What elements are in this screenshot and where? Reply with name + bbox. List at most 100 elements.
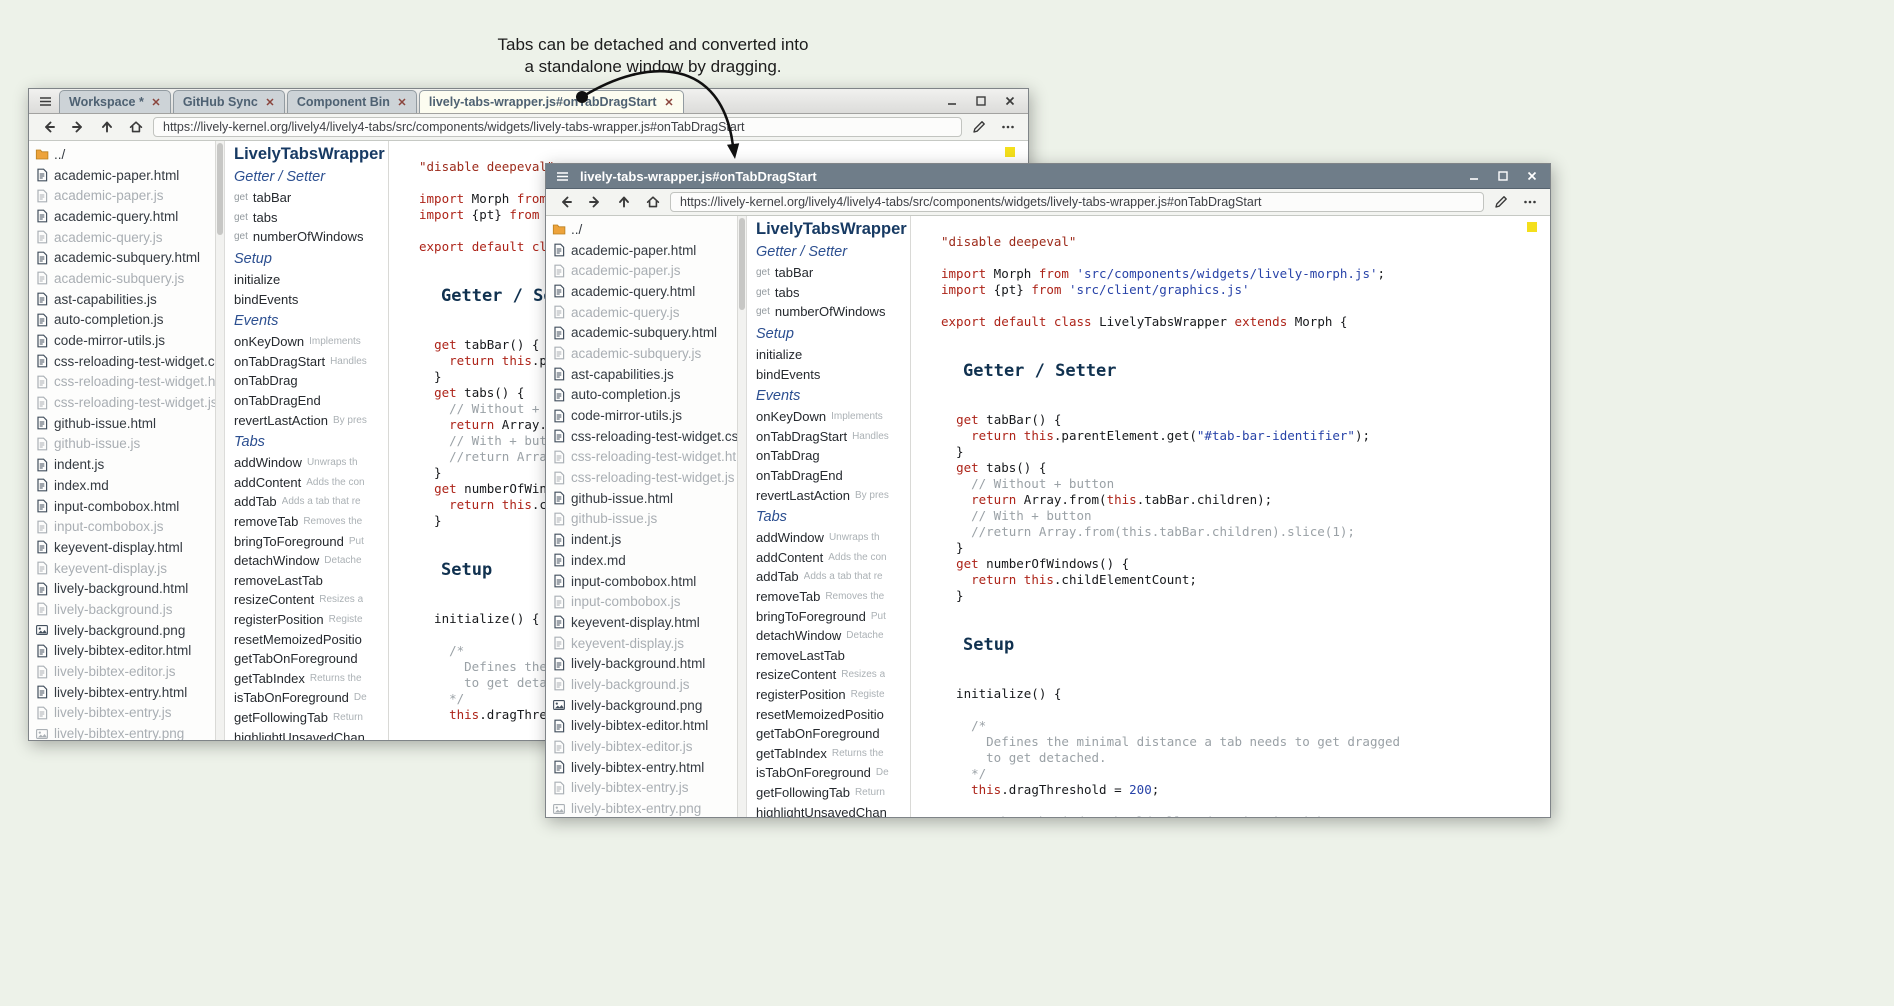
file-item[interactable]: lively-bibtex-editor.js: [552, 736, 737, 757]
file-item[interactable]: auto-completion.js: [552, 385, 737, 406]
outline-method[interactable]: resetMemoizedPositio: [234, 629, 388, 649]
back-button[interactable]: [554, 191, 578, 213]
outline-method[interactable]: addTabAdds a tab that re: [756, 567, 910, 587]
outline-method[interactable]: addWindowUnwraps th: [234, 453, 388, 473]
code-editor[interactable]: "disable deepeval" import Morph from 'sr…: [911, 216, 1550, 817]
outline-method[interactable]: onTabDrag: [756, 446, 910, 466]
outline-method[interactable]: isTabOnForegroundDe: [756, 763, 910, 783]
file-item[interactable]: lively-bibtex-entry.png: [35, 723, 215, 740]
forward-button[interactable]: [66, 116, 90, 138]
outline-method[interactable]: onTabDragEnd: [756, 466, 910, 486]
file-item[interactable]: lively-background.png: [552, 695, 737, 716]
file-item[interactable]: academic-subquery.js: [35, 268, 215, 289]
outline-method[interactable]: detachWindowDetache: [234, 551, 388, 571]
file-item[interactable]: keyevent-display.html: [552, 612, 737, 633]
outline-method[interactable]: resizeContentResizes a: [234, 590, 388, 610]
outline-method[interactable]: removeLastTab: [234, 571, 388, 591]
more-options-button[interactable]: [996, 116, 1020, 138]
file-item[interactable]: indent.js: [552, 529, 737, 550]
home-button[interactable]: [641, 191, 665, 213]
file-item[interactable]: lively-bibtex-editor.js: [35, 661, 215, 682]
outline-method[interactable]: getTabOnForeground: [234, 649, 388, 669]
file-item[interactable]: css-reloading-test-widget.html: [35, 372, 215, 393]
outline-method[interactable]: initialize: [234, 270, 388, 290]
outline-method[interactable]: removeLastTab: [756, 646, 910, 666]
outline-method[interactable]: bringToForegroundPut: [756, 606, 910, 626]
file-item[interactable]: lively-background.html: [35, 578, 215, 599]
file-item[interactable]: lively-bibtex-editor.html: [552, 716, 737, 737]
outline-method[interactable]: addContentAdds the con: [234, 473, 388, 493]
file-item[interactable]: github-issue.html: [35, 413, 215, 434]
outline-method[interactable]: getTabOnForeground: [756, 724, 910, 744]
edit-pencil-button[interactable]: [1489, 191, 1513, 213]
file-list-scrollbar[interactable]: [216, 141, 225, 740]
outline-method[interactable]: bindEvents: [234, 289, 388, 309]
menu-icon[interactable]: [33, 90, 57, 112]
file-item[interactable]: auto-completion.js: [35, 310, 215, 331]
outline-method[interactable]: addTabAdds a tab that re: [234, 492, 388, 512]
outline-method[interactable]: highlightUnsavedChan: [756, 802, 910, 817]
file-item[interactable]: academic-paper.js: [35, 185, 215, 206]
outline-method[interactable]: revertLastActionBy pres: [756, 485, 910, 505]
back-window-titlebar[interactable]: Workspace *GitHub SyncComponent Binlivel…: [29, 89, 1028, 114]
file-item[interactable]: lively-bibtex-entry.html: [35, 682, 215, 703]
file-item[interactable]: ast-capabilities.js: [552, 364, 737, 385]
close-button[interactable]: [998, 90, 1022, 112]
outline-method[interactable]: removeTabRemoves the: [234, 512, 388, 532]
file-item[interactable]: index.md: [35, 475, 215, 496]
file-item[interactable]: lively-bibtex-entry.png: [552, 798, 737, 817]
file-item[interactable]: ../: [552, 219, 737, 240]
tab[interactable]: Component Bin: [287, 90, 417, 113]
url-input[interactable]: https://lively-kernel.org/lively4/lively…: [153, 117, 962, 137]
file-item[interactable]: css-reloading-test-widget.css: [35, 351, 215, 372]
outline-method[interactable]: gettabBar: [234, 188, 388, 208]
outline-method[interactable]: getFollowingTabReturn: [234, 708, 388, 728]
outline-method[interactable]: onTabDragStartHandles: [234, 352, 388, 372]
file-item[interactable]: code-mirror-utils.js: [35, 330, 215, 351]
file-item[interactable]: github-issue.js: [552, 509, 737, 530]
file-item[interactable]: lively-bibtex-entry.html: [552, 757, 737, 778]
edit-pencil-button[interactable]: [967, 116, 991, 138]
tab-close-icon[interactable]: [151, 97, 161, 107]
file-item[interactable]: keyevent-display.js: [35, 558, 215, 579]
outline-method[interactable]: highlightUnsavedChan: [234, 727, 388, 740]
back-button[interactable]: [37, 116, 61, 138]
file-item[interactable]: input-combobox.html: [552, 571, 737, 592]
outline-method[interactable]: isTabOnForegroundDe: [234, 688, 388, 708]
menu-icon[interactable]: [550, 165, 574, 187]
outline-method[interactable]: onTabDragEnd: [234, 391, 388, 411]
file-item[interactable]: academic-subquery.js: [552, 343, 737, 364]
tab-close-icon[interactable]: [664, 97, 674, 107]
outline-method[interactable]: addContentAdds the con: [756, 548, 910, 568]
outline-method[interactable]: initialize: [756, 345, 910, 365]
outline-method[interactable]: getFollowingTabReturn: [756, 783, 910, 803]
outline-method[interactable]: getTabIndexReturns the: [234, 668, 388, 688]
close-button[interactable]: [1520, 165, 1544, 187]
file-item[interactable]: ast-capabilities.js: [35, 289, 215, 310]
file-item[interactable]: academic-paper.js: [552, 260, 737, 281]
up-button[interactable]: [95, 116, 119, 138]
outline-method[interactable]: detachWindowDetache: [756, 626, 910, 646]
front-window-titlebar[interactable]: lively-tabs-wrapper.js#onTabDragStart: [546, 164, 1550, 189]
outline-method[interactable]: bringToForegroundPut: [234, 531, 388, 551]
outline-method[interactable]: gettabs: [756, 283, 910, 303]
file-item[interactable]: input-combobox.js: [552, 591, 737, 612]
file-item[interactable]: keyevent-display.js: [552, 633, 737, 654]
tab-close-icon[interactable]: [397, 97, 407, 107]
forward-button[interactable]: [583, 191, 607, 213]
minimize-button[interactable]: [1462, 165, 1486, 187]
file-item[interactable]: css-reloading-test-widget.js: [35, 392, 215, 413]
outline-method[interactable]: getTabIndexReturns the: [756, 743, 910, 763]
file-item[interactable]: academic-paper.html: [552, 240, 737, 261]
home-button[interactable]: [124, 116, 148, 138]
outline-method[interactable]: onKeyDownImplements: [756, 407, 910, 427]
file-item[interactable]: lively-background.png: [35, 620, 215, 641]
outline-method[interactable]: gettabs: [234, 208, 388, 228]
scrollbar-thumb[interactable]: [217, 143, 223, 235]
maximize-button[interactable]: [1491, 165, 1515, 187]
outline-method[interactable]: onTabDrag: [234, 371, 388, 391]
file-item[interactable]: academic-subquery.html: [35, 247, 215, 268]
file-item[interactable]: lively-background.js: [552, 674, 737, 695]
file-item[interactable]: input-combobox.html: [35, 496, 215, 517]
outline-method[interactable]: getnumberOfWindows: [234, 227, 388, 247]
